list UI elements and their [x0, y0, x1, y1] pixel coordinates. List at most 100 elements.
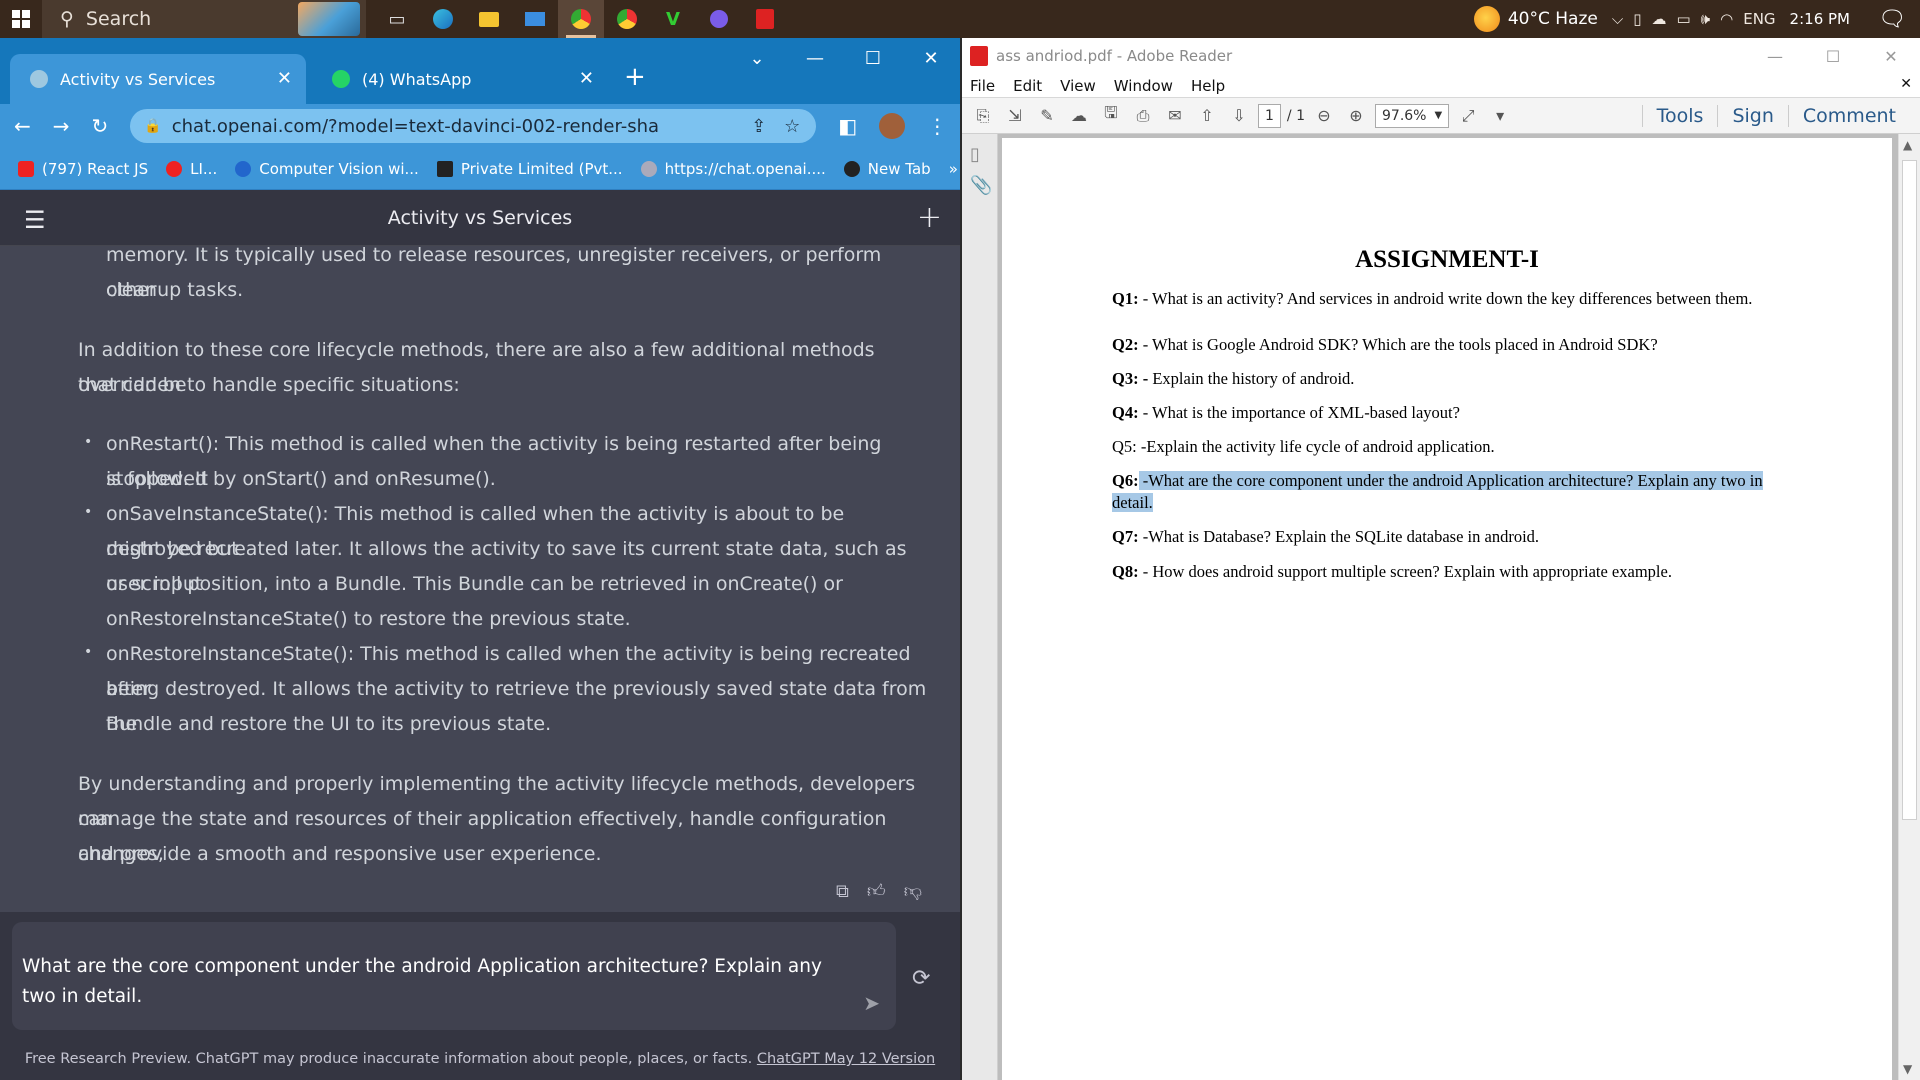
bookmark-computer-vision[interactable]: Computer Vision wi...	[235, 160, 419, 178]
minimize-button[interactable]: —	[786, 38, 844, 78]
star-icon[interactable]: ☆	[784, 116, 800, 137]
tab-search-chevron-icon[interactable]: ⌄	[728, 38, 786, 78]
menu-view[interactable]: View	[1060, 77, 1096, 95]
menu-help[interactable]: Help	[1191, 77, 1225, 95]
close-tab-icon[interactable]: ✕	[277, 68, 292, 89]
mail-icon[interactable]	[512, 0, 558, 38]
document-scrollbar[interactable]: ▲ ▼	[1898, 134, 1920, 1080]
browser-menu-icon[interactable]: ⋮	[927, 114, 947, 138]
toolbar-options-icon[interactable]: ▾	[1487, 104, 1513, 128]
question-label: Q1:	[1112, 289, 1139, 308]
question-label: Q6:	[1112, 471, 1139, 490]
hamburger-menu-icon[interactable]: ☰	[24, 206, 46, 234]
profile-avatar[interactable]	[879, 113, 906, 139]
lock-icon[interactable]: 🔒	[144, 118, 161, 134]
back-arrow-icon[interactable]: ←	[14, 114, 31, 138]
question-q2: Q2: - What is Google Android SDK? Which …	[1112, 334, 1792, 356]
red-circle-icon	[166, 160, 183, 177]
clock[interactable]: 2:16 PM	[1790, 10, 1850, 28]
print-icon[interactable]: ⎙	[1130, 104, 1156, 128]
chrome-icon[interactable]	[604, 0, 650, 38]
create-pdf-icon[interactable]: ⎘	[970, 104, 996, 128]
volume-icon[interactable]: 🕪	[1701, 10, 1710, 28]
bookmarks-overflow-button[interactable]: »	[949, 160, 958, 178]
chevron-up-icon[interactable]: ⌵	[1612, 10, 1623, 28]
address-bar[interactable]: 🔒 chat.openai.com/?model=text-davinci-00…	[130, 109, 817, 143]
adobe-reader-icon[interactable]	[742, 0, 788, 38]
scrollbar-thumb[interactable]	[1902, 160, 1917, 820]
save-icon[interactable]: 🖫	[1098, 103, 1124, 128]
notification-icon[interactable]: 🗨	[1878, 7, 1906, 32]
chrome-icon-active[interactable]	[558, 0, 604, 38]
new-chat-plus-icon[interactable]: +	[917, 200, 942, 235]
bookmark-private-limited[interactable]: Private Limited (Pvt...	[436, 160, 623, 178]
menu-file[interactable]: File	[970, 77, 995, 95]
taskbar-search-box[interactable]: ⚲ Search	[42, 0, 366, 38]
task-view-icon[interactable]: ▭	[374, 0, 420, 38]
scroll-up-icon[interactable]: ▲	[1903, 138, 1912, 152]
new-tab-button[interactable]: +	[624, 62, 646, 92]
close-tab-icon[interactable]: ✕	[579, 68, 594, 89]
fit-page-icon[interactable]: ⤢	[1455, 104, 1481, 128]
cloud-upload-icon[interactable]: ☁	[1066, 104, 1092, 128]
previous-page-icon[interactable]: ⇧	[1194, 104, 1220, 128]
language-indicator[interactable]: ENG	[1743, 10, 1775, 28]
side-panel-icon[interactable]: ◧	[838, 114, 857, 138]
edge-icon[interactable]	[420, 0, 466, 38]
tab-activity-vs-services[interactable]: Activity vs Services ✕	[10, 54, 306, 104]
app-icon[interactable]	[696, 0, 742, 38]
scroll-down-icon[interactable]: ▼	[1903, 1062, 1912, 1076]
page-thumbnails-icon[interactable]: ▯	[970, 144, 989, 165]
bookmark-react-js[interactable]: (797) React JS	[18, 160, 148, 178]
reload-icon[interactable]: ↻	[92, 114, 109, 138]
close-window-button[interactable]: ✕	[1862, 38, 1920, 74]
forward-arrow-icon[interactable]: →	[53, 114, 70, 138]
file-explorer-icon[interactable]	[466, 0, 512, 38]
weather-widget[interactable]: 40°C Haze	[1473, 6, 1598, 32]
copy-icon[interactable]: ⧉	[836, 874, 849, 909]
close-document-icon[interactable]: ✕	[1900, 76, 1912, 92]
bookmark-chat-openai[interactable]: https://chat.openai....	[640, 160, 826, 178]
assignment-heading: ASSIGNMENT-I	[1355, 246, 1539, 273]
zoom-out-icon[interactable]: ⊖	[1311, 104, 1337, 128]
export-pdf-icon[interactable]: ⇲	[1002, 104, 1028, 128]
attachments-icon[interactable]: 📎	[970, 175, 992, 196]
question-text-selected: -What are the core component under the a…	[1112, 471, 1763, 512]
next-page-icon[interactable]: ⇩	[1226, 104, 1252, 128]
tab-whatsapp[interactable]: (4) WhatsApp ✕	[312, 54, 608, 104]
browser-toolbar: ← → ↻ 🔒 chat.openai.com/?model=text-davi…	[0, 104, 960, 148]
maximize-button[interactable]: ☐	[1804, 38, 1862, 74]
send-icon[interactable]: ➤	[863, 988, 880, 1018]
edit-pdf-icon[interactable]: ✎	[1034, 104, 1060, 128]
close-window-button[interactable]: ✕	[902, 38, 960, 78]
page-number-input[interactable]: 1	[1258, 103, 1281, 128]
comment-pane-button[interactable]: Comment	[1787, 105, 1910, 127]
regenerate-icon[interactable]: ⟳	[912, 966, 930, 991]
sign-pane-button[interactable]: Sign	[1717, 105, 1787, 127]
zoom-level-select[interactable]: 97.6% ▼	[1375, 103, 1450, 128]
prompt-input[interactable]: What are the core component under the an…	[12, 922, 896, 1030]
thumbs-up-icon[interactable]: 👍︎	[867, 874, 886, 909]
minimize-button[interactable]: —	[1746, 38, 1804, 74]
vim-icon[interactable]: V	[650, 0, 696, 38]
zoom-in-icon[interactable]: ⊕	[1343, 104, 1369, 128]
wifi-icon[interactable]: ◠	[1720, 10, 1733, 28]
navigation-pane: ▯ 📎	[962, 134, 998, 1080]
bookmark-new-tab[interactable]: New Tab	[843, 160, 931, 178]
prompt-input-line: two in detail.	[22, 986, 143, 1007]
battery-icon[interactable]: ▭	[1676, 10, 1690, 28]
windows-start-button[interactable]	[0, 0, 42, 38]
menu-edit[interactable]: Edit	[1013, 77, 1042, 95]
bookmark-li[interactable]: LI...	[166, 160, 217, 178]
tools-pane-button[interactable]: Tools	[1641, 105, 1718, 127]
email-icon[interactable]: ✉	[1162, 104, 1188, 128]
device-icon[interactable]: ▯	[1633, 10, 1641, 28]
maximize-button[interactable]: ☐	[844, 38, 902, 78]
cloud-icon[interactable]: ☁	[1651, 10, 1666, 28]
taskbar-search-placeholder: Search	[85, 8, 152, 30]
weather-sun-icon	[1473, 6, 1500, 32]
thumbs-down-icon[interactable]: 👎︎	[904, 874, 922, 909]
footer-version-link[interactable]: ChatGPT May 12 Version	[757, 1051, 935, 1067]
share-icon[interactable]: ⇪	[751, 116, 766, 137]
menu-window[interactable]: Window	[1114, 77, 1173, 95]
